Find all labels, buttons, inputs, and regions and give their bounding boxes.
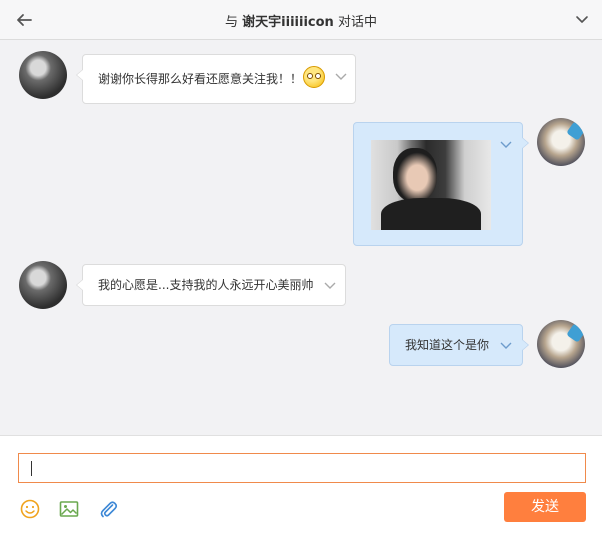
emoji-icon [303,66,325,88]
emoji-picker-icon[interactable] [19,498,41,520]
chevron-down-icon[interactable] [499,137,513,151]
contact-name: 谢天宇iiiiiicon [242,15,334,30]
sent-image-bubble [353,122,529,246]
chevron-down-icon[interactable] [574,12,590,28]
chevron-down-icon[interactable] [334,69,348,83]
contact-avatar[interactable] [19,261,67,309]
my-avatar[interactable] [537,118,585,166]
title-suffix: 对话中 [337,15,377,30]
message-list[interactable]: 谢谢你长得那么好看还愿意关注我！！ 我的心愿是...支持我的人永远开心美丽帅 我… [0,40,602,435]
received-message-bubble: 我的心愿是...支持我的人永远开心美丽帅 [76,264,346,306]
chat-title: 与 谢天宇iiiiiicon 对话中 [0,11,602,30]
back-arrow-icon[interactable] [14,10,34,30]
shared-photo[interactable] [371,140,491,230]
message-text: 我知道这个是你 [405,338,490,352]
title-prefix: 与 [225,15,239,30]
received-message-bubble: 谢谢你长得那么好看还愿意关注我！！ [76,54,356,104]
chevron-down-icon[interactable] [323,278,337,292]
my-avatar[interactable] [537,320,585,368]
message-text: 谢谢你长得那么好看还愿意关注我！！ [98,72,303,86]
message-composer: 发送 [0,435,602,535]
message-text: 我的心愿是...支持我的人永远开心美丽帅 [98,278,314,292]
send-button[interactable]: 发送 [504,492,586,522]
text-caret [31,461,32,476]
chat-header: 与 谢天宇iiiiiicon 对话中 [0,0,602,40]
image-upload-icon[interactable] [58,498,80,520]
message-input[interactable] [18,453,586,483]
chevron-down-icon[interactable] [499,338,513,352]
contact-avatar[interactable] [19,51,67,99]
sent-message-bubble: 我知道这个是你 [389,324,529,366]
attachment-icon[interactable] [97,498,119,520]
